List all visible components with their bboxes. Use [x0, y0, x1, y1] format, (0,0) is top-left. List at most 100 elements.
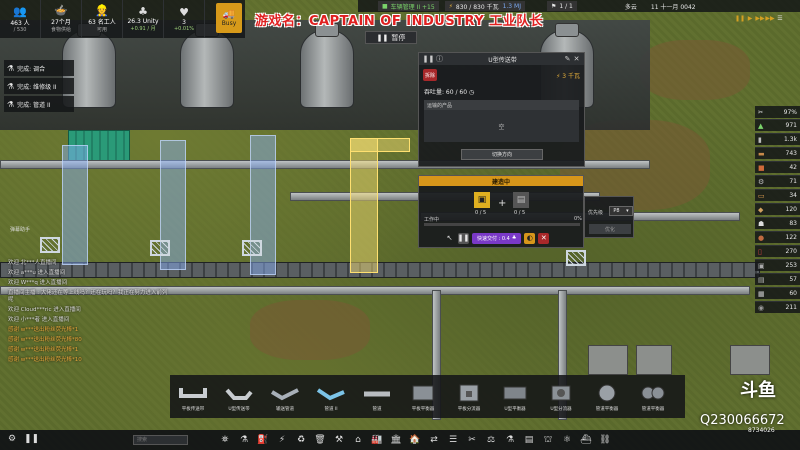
inventory-item[interactable]: ▯ 270 — [755, 245, 800, 257]
resource-people[interactable]: 👥 463 人 / 530 — [0, 0, 41, 38]
tools-icon[interactable]: ✂ — [465, 433, 479, 447]
transport-icon[interactable]: ⇄ — [427, 433, 441, 447]
tools-icon[interactable]: ✂ — [758, 109, 763, 116]
recycle-icon[interactable]: ♻ — [294, 433, 308, 447]
vehicle-management[interactable]: ■ 车辆管理 II +15 — [378, 1, 439, 11]
notification-item[interactable]: ⚗ 完成: 调合 — [4, 60, 74, 76]
bridge-icon[interactable]: ⛓ — [598, 433, 612, 447]
notification-item[interactable]: ⚗ 完成: 管道 II — [4, 96, 74, 112]
power-status[interactable]: ⚡ 830 / 830 千瓦 1.3 MJ — [444, 1, 525, 11]
quick-deliver-button[interactable]: 快速交付 : 0.4 ♣ — [472, 232, 522, 244]
gear-icon[interactable]: ⚙ — [8, 434, 16, 444]
priority-icon[interactable]: ◐ — [524, 232, 536, 244]
house-icon[interactable]: 🏠 — [408, 433, 422, 447]
tool-u-balancer[interactable]: U型平衡器 — [492, 375, 538, 418]
resource-workers[interactable]: 👷 63 名工人 可用 — [82, 0, 123, 38]
test-icon[interactable]: ⚗ — [503, 433, 517, 447]
cursor-icon[interactable]: ↖ — [444, 233, 455, 244]
search-input[interactable] — [133, 435, 188, 445]
power-icon[interactable]: ⚡ — [275, 433, 289, 447]
window-header[interactable]: ❚❚ ⓘ U型传送带 ✎ ✕ — [419, 53, 584, 65]
demolish-button[interactable]: 拆除 — [423, 69, 437, 81]
u-belt-ghost[interactable] — [62, 145, 88, 265]
support-pylon — [566, 250, 586, 266]
industry-icon[interactable]: 🏭 — [370, 433, 384, 447]
inventory-item[interactable]: ☗ 83 — [755, 217, 800, 229]
menu-icon[interactable]: ☰ — [776, 14, 784, 22]
inventory-item[interactable]: ▤ 57 — [755, 273, 800, 285]
inventory-item[interactable]: ● 122 — [755, 231, 800, 243]
storage-icon[interactable]: ▤ — [522, 433, 536, 447]
play-icon[interactable]: ▶ — [746, 14, 754, 22]
pause-icon[interactable]: ❚❚ — [423, 55, 435, 64]
ruin-block[interactable] — [636, 345, 672, 375]
material-slot-1[interactable]: ▣ — [474, 192, 490, 208]
inventory-item[interactable]: ⚙ 71 — [755, 175, 800, 187]
tank-building[interactable] — [300, 23, 354, 108]
inventory-item[interactable]: ▬ 743 — [755, 147, 800, 159]
tool-flat-splitter[interactable]: 平板分流器 — [446, 375, 492, 418]
ruin-block[interactable] — [588, 345, 628, 375]
pause-icon[interactable]: ❚❚ — [735, 14, 745, 22]
resource-health[interactable]: ♥ 3 +0.01% — [164, 0, 205, 38]
products-header: 运输的产品 — [424, 100, 579, 110]
flask-icon[interactable]: ⚗ — [237, 433, 251, 447]
inventory-item[interactable]: ▦ 60 — [755, 287, 800, 299]
pause-icon[interactable]: ❚❚ — [24, 434, 39, 444]
resource-unity[interactable]: ♣ 26.3 Unity +0.91 / 月 — [123, 0, 164, 38]
tool-u-splitter[interactable]: U型分流器 — [538, 375, 584, 418]
tool-pipe-balancer[interactable]: 管道平衡器 — [584, 375, 630, 418]
pause-button[interactable]: ❚❚ 暂停 — [365, 31, 417, 44]
warehouse-icon[interactable]: ⌂ — [351, 433, 365, 447]
tank-building[interactable] — [180, 23, 234, 108]
close-icon[interactable]: ✕ — [572, 55, 581, 64]
tool-pipe-belt[interactable]: 输送管道 — [262, 375, 308, 418]
info-icon[interactable]: ⓘ — [435, 55, 444, 64]
material-slot-2[interactable]: ▤ — [513, 192, 529, 208]
inventory-item[interactable]: ▮ 1.3k — [755, 133, 800, 145]
notification-item[interactable]: ⚗ 完成: 维修级 II — [4, 78, 74, 94]
inventory-item[interactable]: ■ 42 — [755, 161, 800, 173]
bank-icon[interactable]: 🏛 — [389, 433, 403, 447]
inventory-item[interactable]: ▭ 34 — [755, 189, 800, 201]
lab-icon[interactable]: ⚛ — [560, 433, 574, 447]
unity-value: 26.3 Unity — [127, 18, 159, 25]
tower-icon[interactable]: ⛯ — [218, 433, 232, 447]
fuel-icon[interactable]: ⛽ — [256, 433, 270, 447]
landmark-icon[interactable]: ⛫ — [541, 433, 555, 447]
switch-direction-button[interactable]: 切换方向 — [461, 149, 543, 160]
optimize-button[interactable]: 优化 — [589, 224, 631, 234]
factory-icon[interactable]: ⚒ — [332, 433, 346, 447]
fastest-icon[interactable]: ▶▶ — [765, 14, 774, 22]
chat-label: 弹幕助手 — [10, 227, 31, 233]
u-belt-selected-top[interactable] — [350, 138, 410, 152]
edit-icon[interactable]: ✎ — [563, 55, 572, 64]
inventory-item[interactable]: ◆ 120 — [755, 203, 800, 215]
health-rate: +0.01% — [173, 25, 195, 32]
power-value: 830 / 830 千瓦 — [455, 3, 499, 11]
tool-pipe-ii[interactable]: 管道 II — [308, 375, 354, 418]
busy-indicator[interactable]: 🚚 Busy — [216, 3, 242, 33]
tool-flat-belt[interactable]: 平板传送带 — [170, 375, 216, 418]
page-indicator[interactable]: ⚑ 1 / 1 — [546, 1, 577, 11]
tool-pipe-balancer-2[interactable]: 管道平衡器 — [630, 375, 676, 418]
inventory-item[interactable]: ◉ 211 — [755, 301, 800, 313]
cancel-icon[interactable]: ✕ — [538, 232, 550, 244]
rail-icon[interactable]: ☰ — [446, 433, 460, 447]
ship-icon[interactable]: ⛴ — [579, 433, 593, 447]
tool-pipe[interactable]: 管道 — [354, 375, 400, 418]
tool-label: 管道平衡器 — [595, 406, 619, 412]
inventory-item[interactable]: ▲ 971 — [755, 119, 800, 131]
bin-icon[interactable]: 🗑 — [313, 433, 327, 447]
priority-select[interactable]: P8 ▾ — [609, 206, 633, 216]
resource-food[interactable]: 🍲 27个月 食物供给 — [41, 0, 82, 38]
scale-icon[interactable]: ⚖ — [484, 433, 498, 447]
u-belt-selected[interactable] — [350, 138, 378, 273]
inventory-item[interactable]: ▣ 253 — [755, 259, 800, 271]
inventory-value: 211 — [785, 304, 797, 311]
tool-flat-balancer[interactable]: 平板平衡器 — [400, 375, 446, 418]
ruin-block[interactable] — [730, 345, 770, 375]
tool-u-belt[interactable]: U型传送带 — [216, 375, 262, 418]
pause-icon[interactable]: ❚❚ — [458, 232, 469, 244]
fast-icon[interactable]: ▶▶ — [755, 14, 764, 22]
